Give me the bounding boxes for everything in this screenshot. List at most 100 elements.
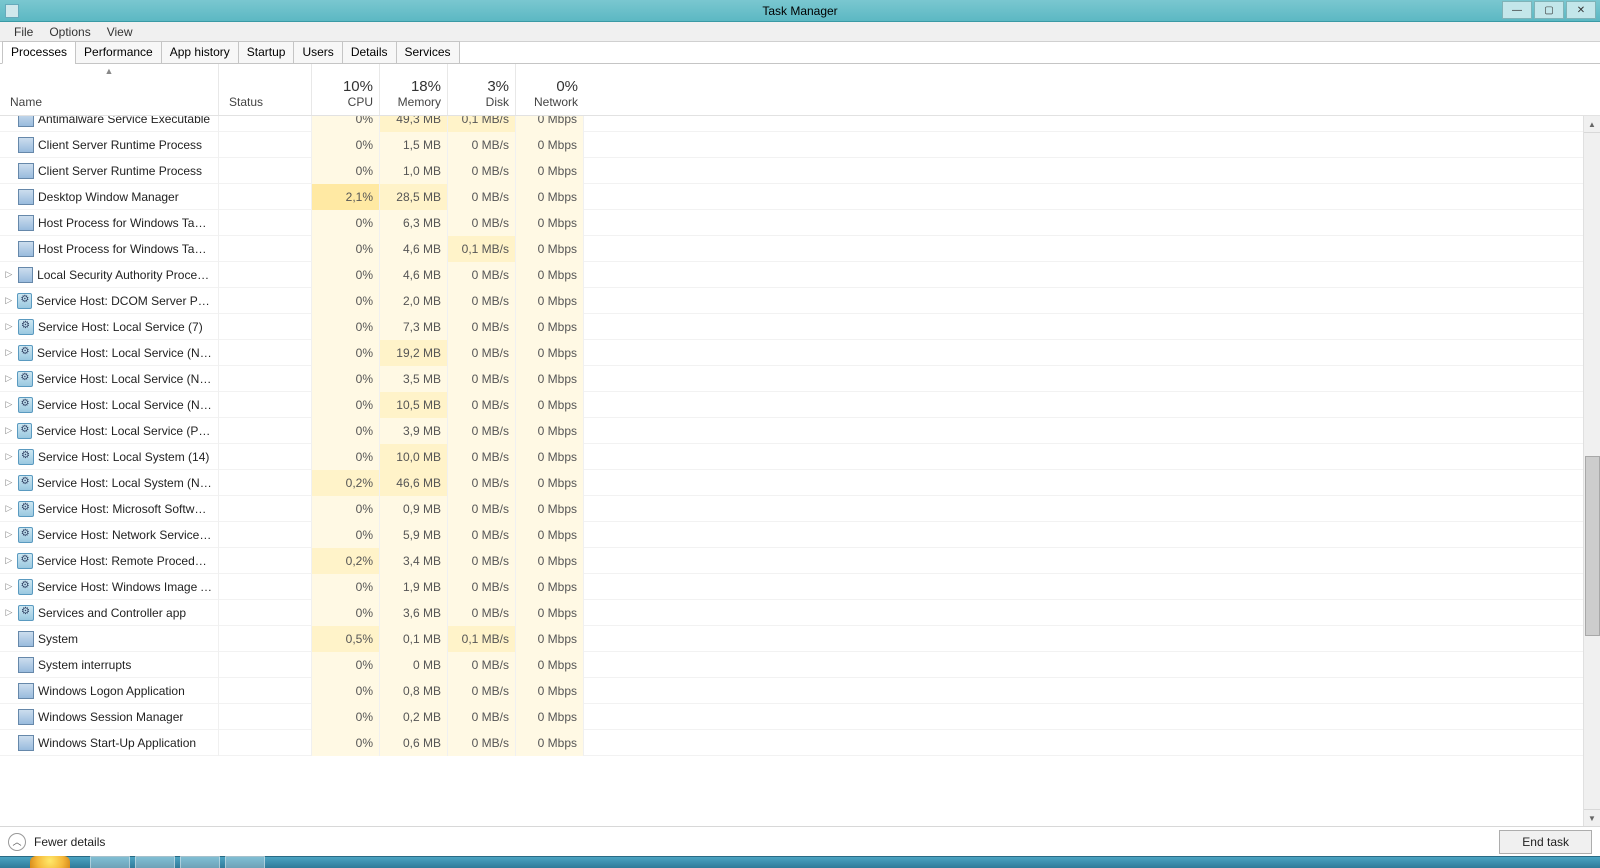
table-row[interactable]: System interrupts0%0 MB0 MB/s0 Mbps <box>0 652 1600 678</box>
col-header-name[interactable]: ▲ Name <box>0 64 219 115</box>
table-row[interactable]: ▷Service Host: Local Service (Net...0%19… <box>0 340 1600 366</box>
table-row[interactable]: Windows Session Manager0%0,2 MB0 MB/s0 M… <box>0 704 1600 730</box>
table-row[interactable]: ▷Service Host: Microsoft Softwar...0%0,9… <box>0 496 1600 522</box>
col-header-disk[interactable]: 3% Disk <box>448 64 516 115</box>
expander-icon[interactable]: ▷ <box>4 529 14 540</box>
cell-cpu: 0% <box>312 496 380 522</box>
start-button[interactable] <box>30 856 70 868</box>
table-row[interactable]: System0,5%0,1 MB0,1 MB/s0 Mbps <box>0 626 1600 652</box>
cell-cpu: 0,2% <box>312 470 380 496</box>
cell-cpu: 0% <box>312 116 380 132</box>
tab-services[interactable]: Services <box>396 41 460 64</box>
fewer-details-toggle[interactable]: ︿ Fewer details <box>8 833 105 851</box>
expander-icon[interactable]: ▷ <box>4 425 13 436</box>
table-row[interactable]: ▷Service Host: Network Service (4)0%5,9 … <box>0 522 1600 548</box>
table-row[interactable]: ▷Local Security Authority Process...0%4,… <box>0 262 1600 288</box>
cell-disk: 0,1 MB/s <box>448 626 516 652</box>
col-header-status[interactable]: Status <box>219 64 312 115</box>
expander-icon[interactable]: ▷ <box>4 607 14 618</box>
table-row[interactable]: Antimalware Service Executable0%49,3 MB0… <box>0 116 1600 132</box>
cell-memory: 0,6 MB <box>380 730 448 756</box>
table-row[interactable]: ▷Service Host: Local Service (No I...0%3… <box>0 366 1600 392</box>
end-task-button[interactable]: End task <box>1499 830 1592 854</box>
process-name: Local Security Authority Process... <box>37 268 212 282</box>
tab-startup[interactable]: Startup <box>238 41 295 64</box>
table-row[interactable]: ▷Service Host: Local Service (7)0%7,3 MB… <box>0 314 1600 340</box>
tab-processes[interactable]: Processes <box>2 41 76 64</box>
table-row[interactable]: ▷Service Host: Local Service (Peer...0%3… <box>0 418 1600 444</box>
table-row[interactable]: ▷Service Host: Windows Image A...0%1,9 M… <box>0 574 1600 600</box>
process-list[interactable]: Antimalware Service Executable0%49,3 MB0… <box>0 116 1600 826</box>
cell-memory: 10,5 MB <box>380 392 448 418</box>
table-row[interactable]: Windows Logon Application0%0,8 MB0 MB/s0… <box>0 678 1600 704</box>
process-icon <box>18 501 34 517</box>
expander-icon[interactable]: ▷ <box>4 503 14 514</box>
menu-view[interactable]: View <box>99 23 141 41</box>
tab-performance[interactable]: Performance <box>75 41 162 64</box>
expander-icon[interactable]: ▷ <box>4 321 14 332</box>
table-row[interactable]: ▷Service Host: Remote Procedure...0,2%3,… <box>0 548 1600 574</box>
col-network-label: Network <box>522 95 578 109</box>
expander-icon[interactable]: ▷ <box>4 451 14 462</box>
cell-memory: 19,2 MB <box>380 340 448 366</box>
menu-file[interactable]: File <box>6 23 41 41</box>
process-name: Service Host: Network Service (4) <box>37 528 212 542</box>
table-row[interactable]: Host Process for Windows Tasks0%4,6 MB0,… <box>0 236 1600 262</box>
process-name: Service Host: Local Service (No I... <box>37 372 212 386</box>
expander-icon[interactable]: ▷ <box>4 347 14 358</box>
cell-name: Windows Session Manager <box>0 704 219 730</box>
table-row[interactable]: ▷Service Host: Local System (Net...0,2%4… <box>0 470 1600 496</box>
minimize-button[interactable]: — <box>1502 1 1532 19</box>
expander-icon[interactable]: ▷ <box>4 477 14 488</box>
maximize-button[interactable]: ▢ <box>1534 1 1564 19</box>
cell-status <box>219 522 312 548</box>
scroll-thumb[interactable] <box>1585 456 1600 636</box>
process-icon <box>18 163 34 179</box>
table-row[interactable]: Client Server Runtime Process0%1,5 MB0 M… <box>0 132 1600 158</box>
table-row[interactable]: ▷Service Host: Local Service (No ... 0%10… <box>0 392 1600 418</box>
close-button[interactable]: ✕ <box>1566 1 1596 19</box>
cell-network: 0 Mbps <box>516 314 584 340</box>
table-row[interactable]: Host Process for Windows Tasks0%6,3 MB0 … <box>0 210 1600 236</box>
cell-name: ▷Service Host: Local System (Net... <box>0 470 219 496</box>
cell-name: Windows Logon Application <box>0 678 219 704</box>
expander-icon[interactable]: ▷ <box>4 581 14 592</box>
cell-name: ▷Service Host: Local Service (No ... <box>0 392 219 418</box>
col-name-label: Name <box>10 95 218 109</box>
cell-cpu: 0% <box>312 392 380 418</box>
table-row[interactable]: Windows Start-Up Application0%0,6 MB0 MB… <box>0 730 1600 756</box>
process-name: Service Host: DCOM Server Proc... <box>36 294 212 308</box>
tab-apphistory[interactable]: App history <box>161 41 239 64</box>
expander-icon[interactable]: ▷ <box>4 373 13 384</box>
cell-disk: 0 MB/s <box>448 496 516 522</box>
tab-users[interactable]: Users <box>293 41 342 64</box>
scroll-down-button[interactable]: ▼ <box>1584 809 1600 826</box>
process-icon <box>17 423 32 439</box>
taskbar-pin[interactable] <box>90 856 130 868</box>
col-header-network[interactable]: 0% Network <box>516 64 584 115</box>
menubar: File Options View <box>0 22 1600 42</box>
expander-icon[interactable]: ▷ <box>4 555 13 566</box>
cell-cpu: 0% <box>312 340 380 366</box>
table-row[interactable]: ▷Services and Controller app0%3,6 MB0 MB… <box>0 600 1600 626</box>
table-row[interactable]: ▷Service Host: Local System (14)0%10,0 M… <box>0 444 1600 470</box>
table-row[interactable]: Client Server Runtime Process0%1,0 MB0 M… <box>0 158 1600 184</box>
col-header-cpu[interactable]: 10% CPU <box>312 64 380 115</box>
taskbar-pin[interactable] <box>225 856 265 868</box>
table-row[interactable]: Desktop Window Manager2,1%28,5 MB0 MB/s0… <box>0 184 1600 210</box>
expander-icon[interactable]: ▷ <box>4 269 14 280</box>
col-header-memory[interactable]: 18% Memory <box>380 64 448 115</box>
taskbar[interactable] <box>0 856 1600 868</box>
titlebar[interactable]: Task Manager — ▢ ✕ <box>0 0 1600 22</box>
menu-options[interactable]: Options <box>41 23 98 41</box>
scrollbar[interactable]: ▲ ▼ <box>1583 116 1600 826</box>
taskbar-pin[interactable] <box>135 856 175 868</box>
taskbar-pin[interactable] <box>180 856 220 868</box>
expander-icon[interactable]: ▷ <box>4 295 13 306</box>
cell-name: ▷ Local Security Authority Process... <box>0 262 219 288</box>
tab-details[interactable]: Details <box>342 41 397 64</box>
expander-icon[interactable]: ▷ <box>4 399 14 410</box>
scroll-up-button[interactable]: ▲ <box>1584 116 1600 133</box>
table-row[interactable]: ▷Service Host: DCOM Server Proc...0%2,0 … <box>0 288 1600 314</box>
process-name: Service Host: Windows Image A... <box>37 580 212 594</box>
